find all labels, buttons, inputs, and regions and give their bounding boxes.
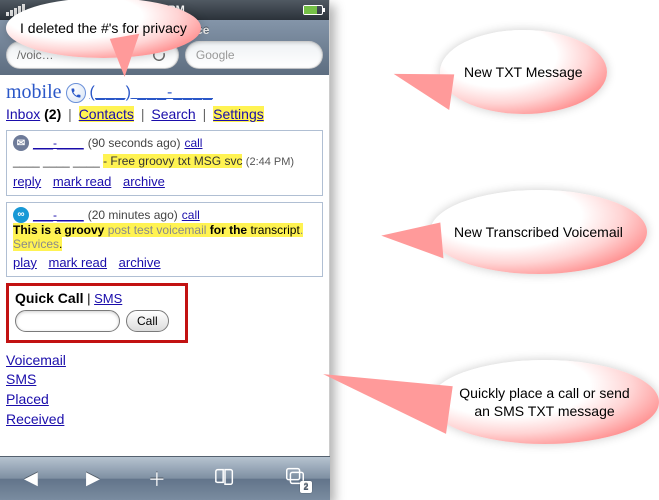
msg-age: (90 seconds ago): [88, 136, 181, 150]
battery-icon: [303, 5, 323, 15]
google-search-box[interactable]: Google: [185, 41, 323, 69]
callout-txt: New TXT Message: [440, 30, 607, 114]
callout-voicemail: New Transcribed Voicemail: [430, 190, 647, 274]
my-number-link[interactable]: (___) ___-____: [90, 84, 213, 102]
mobile-label: mobile: [6, 81, 62, 104]
voicemail-icon: ∞: [13, 207, 29, 223]
pages-button[interactable]: 2: [284, 467, 306, 490]
action-mark-read[interactable]: mark read: [53, 174, 112, 189]
call-link[interactable]: call: [182, 208, 200, 222]
action-reply[interactable]: reply: [13, 174, 41, 189]
link-received[interactable]: Received: [6, 410, 323, 430]
action-archive[interactable]: archive: [123, 174, 165, 189]
google-placeholder: Google: [196, 48, 235, 62]
message-txt: ✉ ___-____ (90 seconds ago) call ____ __…: [6, 130, 323, 196]
back-button[interactable]: ◀: [24, 468, 38, 489]
browser-toolbar: ◀ ▶ ＋ 2: [0, 456, 330, 500]
message-voicemail: ∞ ___-____ (20 minutes ago) call This is…: [6, 202, 323, 277]
link-sms[interactable]: SMS: [6, 370, 323, 390]
txt-time: (2:44 PM): [246, 156, 294, 168]
bottom-links: Voicemail SMS Placed Received: [6, 351, 323, 429]
quick-call-button[interactable]: Call: [126, 310, 169, 332]
sender-link[interactable]: ___-____: [33, 136, 84, 150]
callout-quickcall: Quickly place a call or send an SMS TXT …: [430, 360, 659, 444]
callout-privacy: I deleted the #'s for privacy: [6, 0, 201, 58]
quick-call-box: Quick Call | SMS Call: [6, 283, 188, 343]
nav-inbox[interactable]: Inbox: [6, 106, 40, 122]
nav-contacts[interactable]: Contacts: [79, 106, 134, 122]
transcript: This is a groovy post test voicemail for…: [13, 223, 303, 237]
txt-body: - Free groovy txt MSG svc: [103, 154, 242, 168]
phone-frame: 2:45 PM Google Voice /voic… Google mobil…: [0, 0, 330, 500]
page-content: mobile (___) ___-____ Inbox (2) | Contac…: [0, 75, 329, 473]
msg-age: (20 minutes ago): [88, 208, 178, 222]
link-voicemail[interactable]: Voicemail: [6, 351, 323, 371]
action-play[interactable]: play: [13, 255, 37, 270]
transcript-line2: Services.: [13, 237, 62, 251]
add-button[interactable]: ＋: [148, 466, 166, 492]
forward-button[interactable]: ▶: [86, 468, 100, 489]
quick-call-input[interactable]: [15, 310, 120, 332]
phone-icon[interactable]: [66, 83, 86, 103]
action-mark-read[interactable]: mark read: [48, 255, 107, 270]
link-placed[interactable]: Placed: [6, 390, 323, 410]
nav-row: Inbox (2) | Contacts | Search | Settings: [6, 106, 323, 122]
txt-redacted: ____ ____ ____: [13, 154, 103, 168]
call-link[interactable]: call: [184, 136, 202, 150]
inbox-count: (2): [44, 106, 61, 122]
quick-sms-link[interactable]: SMS: [94, 291, 122, 306]
bookmarks-button[interactable]: [214, 467, 236, 490]
action-archive[interactable]: archive: [119, 255, 161, 270]
nav-settings[interactable]: Settings: [213, 106, 264, 122]
sender-link[interactable]: ___-____: [33, 208, 84, 222]
sms-icon: ✉: [13, 135, 29, 151]
pages-count: 2: [300, 481, 312, 493]
nav-search[interactable]: Search: [151, 106, 195, 122]
quick-call-title: Quick Call: [15, 290, 83, 306]
